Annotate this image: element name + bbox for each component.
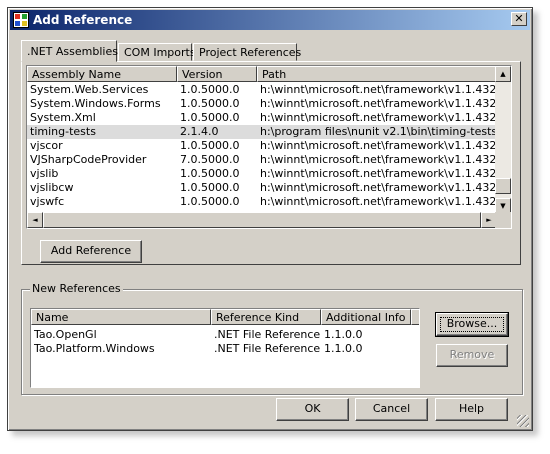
assembly-name-cell: vjscor	[30, 139, 63, 152]
assemblies-vertical-scrollbar[interactable]: ▲ ▼	[495, 66, 511, 214]
scroll-right-icon: ►	[486, 216, 492, 224]
column-header-version[interactable]: Version	[177, 66, 257, 82]
assembly-row[interactable]: timing-tests 2.1.4.0 h:\program files\nuni…	[27, 125, 500, 139]
scroll-up-button[interactable]: ▲	[495, 66, 511, 82]
assembly-name-cell: System.Windows.Forms	[30, 97, 161, 110]
resize-grip[interactable]	[517, 415, 529, 427]
assembly-name-cell: VJSharpCodeProvider	[30, 153, 147, 166]
assembly-version-cell: 1.0.5000.0	[180, 195, 240, 208]
scroll-thumb[interactable]	[495, 178, 511, 194]
assembly-version-cell: 1.0.5000.0	[180, 83, 240, 96]
ok-label: OK	[304, 402, 321, 415]
tab-net-assemblies[interactable]: .NET Assemblies	[21, 40, 118, 62]
remove-label: Remove	[449, 348, 495, 361]
ok-button[interactable]: OK	[276, 398, 349, 421]
scroll-up-icon: ▲	[500, 70, 506, 78]
browse-button[interactable]: Browse...	[435, 312, 509, 337]
remove-button[interactable]: Remove	[436, 344, 508, 367]
assembly-version-cell: 7.0.5000.0	[180, 153, 240, 166]
assemblies-list[interactable]: Assembly Name Version Path System.Web.Se…	[26, 65, 512, 229]
assembly-path-cell: h:\winnt\microsoft.net\framework\v1.1.43…	[260, 111, 500, 124]
title-bar[interactable]: Add Reference ✕	[10, 10, 530, 30]
assembly-path-cell: h:\winnt\microsoft.net\framework\v1.1.43…	[260, 167, 500, 180]
column-header-filler	[411, 309, 419, 325]
assemblies-horizontal-scrollbar[interactable]: ◄ ►	[27, 212, 497, 228]
assembly-version-cell: 1.0.5000.0	[180, 97, 240, 110]
assembly-version-cell: 1.0.5000.0	[180, 181, 240, 194]
help-label: Help	[458, 402, 485, 415]
scroll-left-icon: ◄	[32, 216, 38, 224]
assembly-path-cell: h:\winnt\microsoft.net\framework\v1.1.43…	[260, 97, 500, 110]
assembly-row[interactable]: VJSharpCodeProvider 7.0.5000.0 h:\winnt\mi…	[27, 153, 500, 167]
add-reference-label: Add Reference	[50, 244, 132, 257]
assembly-row[interactable]: vjscor 1.0.5000.0 h:\winnt\microsoft.net\f…	[27, 139, 500, 153]
new-reference-kind-cell: .NET File Reference	[214, 342, 321, 355]
scroll-thumb-horizontal[interactable]	[43, 212, 481, 228]
assembly-name-cell: System.Xml	[30, 111, 96, 124]
scroll-down-icon: ▼	[500, 202, 506, 210]
close-button[interactable]: ✕	[511, 12, 527, 26]
assembly-row[interactable]: vjslibcw 1.0.5000.0 h:\winnt\microsoft.net…	[27, 181, 500, 195]
new-reference-info-cell: 1.1.0.0	[324, 328, 363, 341]
cancel-button[interactable]: Cancel	[355, 398, 428, 421]
focus-rectangle	[440, 317, 504, 332]
new-reference-kind-cell: .NET File Reference	[214, 328, 321, 341]
assembly-path-cell: h:\winnt\microsoft.net\framework\v1.1.43…	[260, 195, 500, 208]
add-reference-button[interactable]: Add Reference	[40, 240, 142, 263]
assembly-name-cell: timing-tests	[30, 125, 96, 138]
assembly-path-cell: h:\winnt\microsoft.net\framework\v1.1.43…	[260, 83, 500, 96]
new-references-group: New References Name Reference Kind Addit…	[21, 282, 523, 395]
assembly-name-cell: System.Web.Services	[30, 83, 149, 96]
column-header-reference-kind[interactable]: Reference Kind	[211, 309, 321, 325]
assembly-row[interactable]: System.Windows.Forms 1.0.5000.0 h:\winnt\m…	[27, 97, 500, 111]
column-header-path[interactable]: Path	[257, 66, 497, 82]
scroll-corner	[495, 212, 511, 228]
add-reference-dialog: Add Reference ✕ .NET Assemblies COM Impo…	[7, 7, 533, 431]
assembly-version-cell: 2.1.4.0	[180, 125, 219, 138]
assembly-version-cell: 1.0.5000.0	[180, 139, 240, 152]
assembly-version-cell: 1.0.5000.0	[180, 111, 240, 124]
assembly-row[interactable]: vjswfc 1.0.5000.0 h:\winnt\microsoft.net\f…	[27, 195, 500, 209]
assembly-name-cell: vjslib	[30, 167, 59, 180]
tab-label: Project References	[199, 46, 302, 59]
assembly-name-cell: vjswfc	[30, 195, 65, 208]
assembly-path-cell: h:\winnt\microsoft.net\framework\v1.1.43…	[260, 181, 500, 194]
new-reference-name-cell: Tao.OpenGl	[34, 328, 97, 341]
assembly-path-cell: h:\winnt\microsoft.net\framework\v1.1.43…	[260, 139, 500, 152]
close-icon: ✕	[514, 12, 524, 25]
assembly-name-cell: vjslibcw	[30, 181, 74, 194]
tab-panel: Assembly Name Version Path System.Web.Se…	[21, 61, 521, 265]
assembly-version-cell: 1.0.5000.0	[180, 167, 240, 180]
column-header-assembly-name[interactable]: Assembly Name	[27, 66, 177, 82]
new-references-list[interactable]: Name Reference Kind Additional Info Tao.…	[30, 308, 420, 388]
assembly-path-cell: h:\program files\nunit v2.1\bin\timing-t…	[260, 125, 500, 138]
tab-label: COM Imports	[124, 46, 196, 59]
new-reference-row[interactable]: Tao.OpenGl .NET File Reference 1.1.0.0	[31, 328, 419, 342]
assembly-path-cell: h:\winnt\microsoft.net\framework\v1.1.43…	[260, 153, 500, 166]
app-icon	[13, 12, 29, 28]
column-header-name[interactable]: Name	[31, 309, 211, 325]
new-references-label: New References	[30, 282, 123, 295]
column-header-additional-info[interactable]: Additional Info	[321, 309, 411, 325]
tab-com-imports[interactable]: COM Imports	[118, 43, 196, 61]
tab-label: .NET Assemblies	[27, 45, 118, 58]
new-reference-name-cell: Tao.Platform.Windows	[34, 342, 155, 355]
tab-project-references[interactable]: Project References	[193, 43, 301, 61]
new-reference-info-cell: 1.1.0.0	[324, 342, 363, 355]
help-button[interactable]: Help	[435, 398, 508, 421]
cancel-label: Cancel	[372, 402, 411, 415]
assembly-row[interactable]: System.Web.Services 1.0.5000.0 h:\winnt\mi…	[27, 83, 500, 97]
assembly-row[interactable]: vjslib 1.0.5000.0 h:\winnt\microsoft.net\f…	[27, 167, 500, 181]
window-title: Add Reference	[33, 13, 133, 27]
new-reference-row[interactable]: Tao.Platform.Windows .NET File Reference 1…	[31, 342, 419, 356]
assembly-row[interactable]: System.Xml 1.0.5000.0 h:\winnt\microsoft.n…	[27, 111, 500, 125]
scroll-left-button[interactable]: ◄	[27, 212, 43, 228]
